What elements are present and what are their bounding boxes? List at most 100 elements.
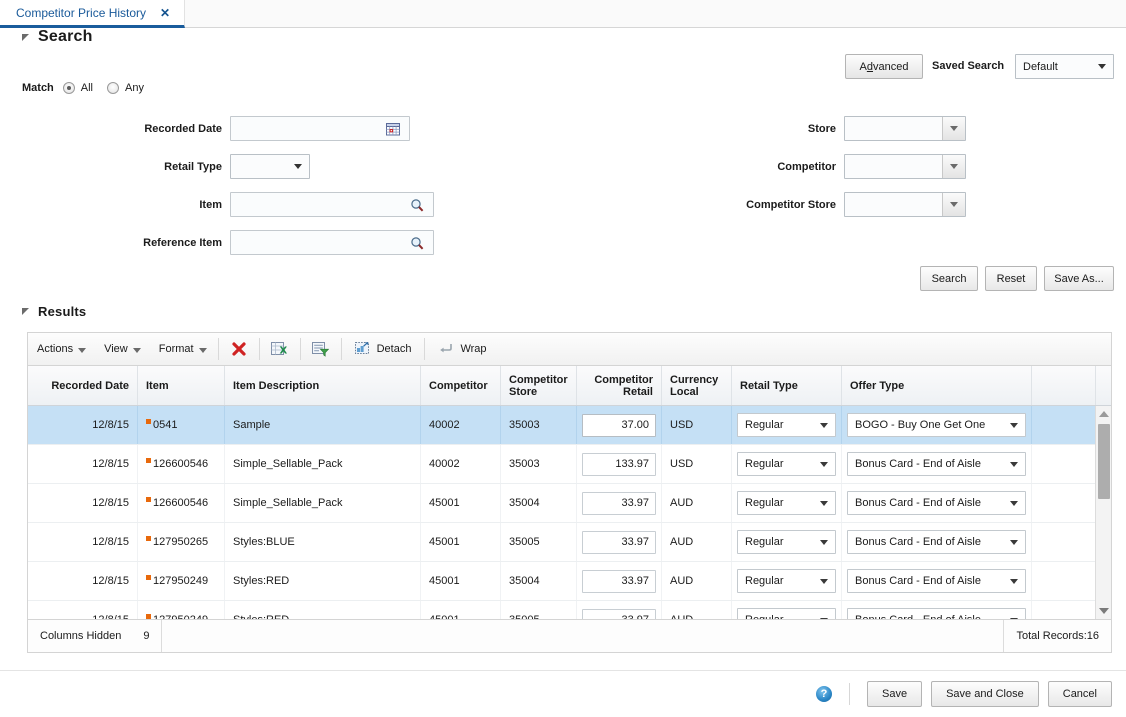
column-header-competitor_retail[interactable]: Competitor Retail (577, 366, 662, 405)
retail-type-select[interactable]: Regular (737, 569, 836, 593)
competitor-retail-input[interactable]: 33.97 (582, 492, 656, 515)
chevron-down-icon[interactable] (942, 155, 965, 178)
cell-competitor_store: 35005 (501, 601, 577, 619)
chevron-down-icon (820, 423, 828, 428)
field-recorded-date-label: Recorded Date (70, 123, 222, 135)
help-icon[interactable]: ? (816, 686, 832, 702)
wrap-button[interactable]: Wrap (427, 333, 497, 365)
cell-retail_type: Regular (732, 484, 842, 522)
retail-type-select[interactable]: Regular (737, 452, 836, 476)
columns-hidden[interactable]: Columns Hidden 9 (28, 620, 162, 652)
radio-match-all[interactable] (63, 82, 75, 94)
scrollbar-thumb[interactable] (1098, 424, 1110, 499)
offer-type-select[interactable]: Bonus Card - End of Aisle (847, 569, 1026, 593)
close-icon[interactable]: ✕ (160, 7, 170, 19)
competitor-retail-input[interactable]: 33.97 (582, 570, 656, 593)
view-menu[interactable]: View (95, 333, 150, 365)
results-section-header[interactable]: Results (22, 304, 86, 319)
scroll-up-arrow-icon[interactable] (1096, 406, 1112, 422)
table-row[interactable]: 12/8/150541Sample400023500337.00USDRegul… (28, 406, 1111, 445)
format-menu[interactable]: Format (150, 333, 216, 365)
search-button[interactable]: Search (920, 266, 978, 291)
offer-type-select[interactable]: BOGO - Buy One Get One (847, 413, 1026, 437)
field-recorded-date: Recorded Date (70, 116, 410, 141)
column-header-recorded_date[interactable]: Recorded Date (28, 366, 138, 405)
save-as-button[interactable]: Save As... (1044, 266, 1114, 291)
cell-competitor_store: 35004 (501, 562, 577, 600)
reference-item-input[interactable] (230, 230, 434, 255)
cell-filler (1032, 445, 1096, 483)
format-menu-label: Format (159, 343, 194, 355)
export-to-excel-icon[interactable]: X (262, 333, 298, 365)
item-input[interactable] (230, 192, 434, 217)
collapse-triangle-icon[interactable] (22, 33, 31, 42)
table-vertical-scrollbar[interactable] (1095, 406, 1111, 619)
cancel-button[interactable]: Cancel (1048, 681, 1112, 707)
column-header-competitor_store[interactable]: Competitor Store (501, 366, 577, 405)
offer-type-select[interactable]: Bonus Card - End of Aisle (847, 491, 1026, 515)
column-header-currency_local[interactable]: Currency Local (662, 366, 732, 405)
recorded-date-input[interactable] (230, 116, 410, 141)
chevron-down-icon (133, 348, 141, 353)
table-footer: Columns Hidden 9 Total Records:16 (27, 620, 1112, 653)
competitor-store-select[interactable] (844, 192, 966, 217)
saved-search-select[interactable]: Default (1015, 54, 1114, 79)
save-button[interactable]: Save (867, 681, 922, 707)
search-icon[interactable] (401, 231, 433, 254)
cell-item: 127950265 (138, 523, 225, 561)
cell-competitor_retail: 37.00 (577, 406, 662, 444)
calendar-icon[interactable] (377, 117, 409, 140)
cell-competitor: 45001 (421, 523, 501, 561)
column-header-offer_type[interactable]: Offer Type (842, 366, 1032, 405)
reset-button[interactable]: Reset (985, 266, 1037, 291)
offer-type-value: Bonus Card - End of Aisle (848, 458, 1010, 470)
competitor-retail-input[interactable]: 33.97 (582, 609, 656, 620)
retail-type-select[interactable]: Regular (737, 608, 836, 619)
offer-type-select[interactable]: Bonus Card - End of Aisle (847, 452, 1026, 476)
table-row[interactable]: 12/8/15127950249Styles:RED450013500533.9… (28, 601, 1111, 619)
advanced-button[interactable]: Advanced (845, 54, 923, 79)
column-header-competitor[interactable]: Competitor (421, 366, 501, 405)
cell-filler (1032, 523, 1096, 561)
store-select[interactable] (844, 116, 966, 141)
table-row[interactable]: 12/8/15126600546Simple_Sellable_Pack4000… (28, 445, 1111, 484)
save-and-close-button[interactable]: Save and Close (931, 681, 1039, 707)
advanced-button-label: Advanced (860, 61, 909, 73)
collapse-triangle-icon[interactable] (22, 307, 31, 316)
chevron-down-icon (1098, 64, 1106, 69)
total-records: Total Records:16 (1003, 620, 1111, 652)
competitor-retail-input[interactable]: 37.00 (582, 414, 656, 437)
chevron-down-icon[interactable] (942, 193, 965, 216)
radio-match-any[interactable] (107, 82, 119, 94)
retail-type-select[interactable] (230, 154, 310, 179)
query-by-example-icon[interactable] (303, 333, 339, 365)
competitor-retail-input[interactable]: 133.97 (582, 453, 656, 476)
competitor-retail-input[interactable]: 33.97 (582, 531, 656, 554)
chevron-down-icon[interactable] (942, 117, 965, 140)
competitor-select[interactable] (844, 154, 966, 179)
toolbar-divider (300, 338, 301, 360)
retail-type-select[interactable]: Regular (737, 413, 836, 437)
table-row[interactable]: 12/8/15126600546Simple_Sellable_Pack4500… (28, 484, 1111, 523)
offer-type-select[interactable]: Bonus Card - End of Aisle (847, 530, 1026, 554)
offer-type-value: Bonus Card - End of Aisle (848, 536, 1010, 548)
table-row[interactable]: 12/8/15127950265Styles:BLUE450013500533.… (28, 523, 1111, 562)
retail-type-select[interactable]: Regular (737, 491, 836, 515)
column-header-item_description[interactable]: Item Description (225, 366, 421, 405)
delete-icon[interactable] (221, 333, 257, 365)
scroll-down-arrow-icon[interactable] (1096, 603, 1112, 619)
search-icon[interactable] (401, 193, 433, 216)
actions-menu[interactable]: Actions (28, 333, 95, 365)
column-header-item[interactable]: Item (138, 366, 225, 405)
cell-item_description: Styles:RED (225, 601, 421, 619)
detach-button[interactable]: Detach (344, 333, 423, 365)
cell-recorded_date: 12/8/15 (28, 484, 138, 522)
field-retail-type-label: Retail Type (70, 161, 222, 173)
offer-type-select[interactable]: Bonus Card - End of Aisle (847, 608, 1026, 619)
retail-type-select[interactable]: Regular (737, 530, 836, 554)
table-row[interactable]: 12/8/15127950249Styles:RED450013500433.9… (28, 562, 1111, 601)
column-header-filler[interactable] (1032, 366, 1096, 405)
column-header-retail_type[interactable]: Retail Type (732, 366, 842, 405)
tab-competitor-price-history[interactable]: Competitor Price History ✕ (0, 0, 185, 28)
search-section-header[interactable]: Search (22, 28, 93, 46)
